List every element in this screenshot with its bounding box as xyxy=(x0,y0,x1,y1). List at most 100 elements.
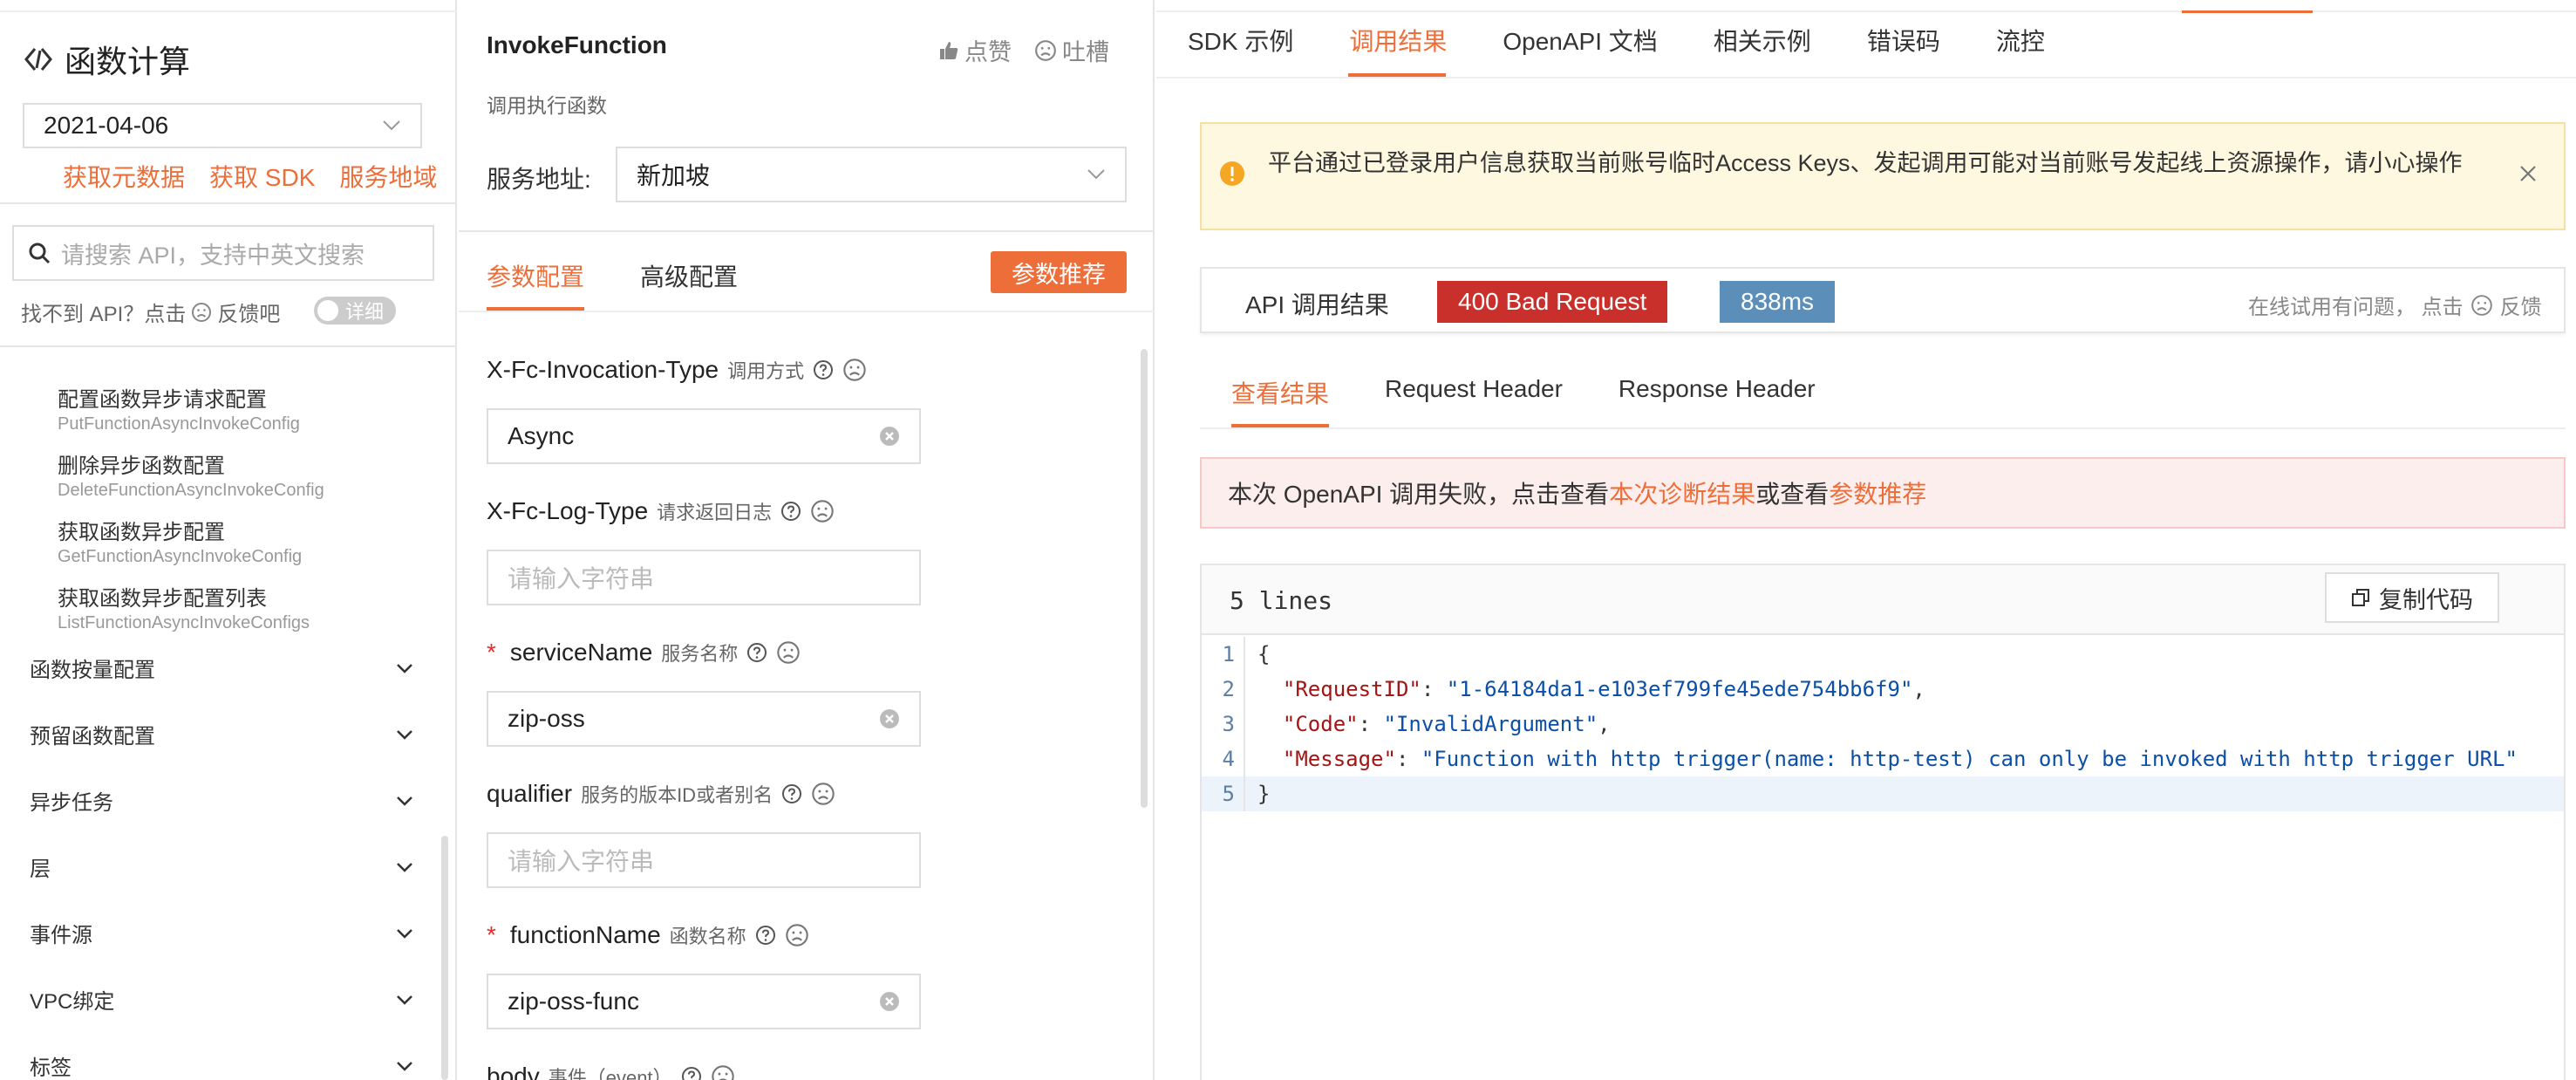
divider xyxy=(1200,427,2566,429)
version-date-select[interactable]: 2021-04-06 xyxy=(23,103,422,148)
api-group-provision[interactable]: 预留函数配置 xyxy=(30,719,413,749)
function-name-input[interactable]: zip-oss-func xyxy=(487,974,921,1029)
api-search-box[interactable]: 请搜索 API，支持中英文搜索 xyxy=(12,225,434,281)
top-accent-bar xyxy=(2182,10,2313,13)
api-list-item[interactable]: 配置函数异步请求配置 PutFunctionAsyncInvokeConfig xyxy=(58,382,300,434)
divider xyxy=(0,202,457,204)
tab-request-header[interactable]: Request Header xyxy=(1385,375,1563,410)
complain-button[interactable]: 吐槽 xyxy=(1034,33,1109,67)
like-button[interactable]: 点赞 xyxy=(938,33,1012,67)
sad-face-icon[interactable] xyxy=(711,1064,735,1080)
api-list-item[interactable]: 删除异步函数配置 DeleteFunctionAsyncInvokeConfig xyxy=(58,448,324,501)
tab-advanced-config[interactable]: 高级配置 xyxy=(640,258,738,293)
sad-face-icon[interactable] xyxy=(842,358,867,382)
error-prefix: 本次 OpenAPI 调用失败，点击查看 xyxy=(1228,481,1610,508)
api-group-event-source[interactable]: 事件源 xyxy=(30,918,413,948)
sad-face-icon[interactable] xyxy=(2470,294,2493,317)
api-group-vpc[interactable]: VPC绑定 xyxy=(30,984,413,1015)
sad-face-icon[interactable] xyxy=(811,782,835,806)
api-item-name: 获取函数异步配置 xyxy=(58,521,225,544)
field-zh: 服务名称 xyxy=(661,643,739,665)
field-name: X-Fc-Invocation-Type xyxy=(487,356,719,383)
line-number: 4 xyxy=(1222,747,1235,771)
gutter xyxy=(1244,776,1245,811)
tab-invoke-result[interactable]: 调用结果 xyxy=(1349,23,1447,58)
result-feedback-suffix[interactable]: 反馈 xyxy=(2500,290,2542,320)
field-zh: 请求返回日志 xyxy=(657,502,773,523)
help-icon[interactable] xyxy=(746,642,767,663)
service-address-select[interactable]: 新加坡 xyxy=(616,147,1127,202)
tab-view-result[interactable]: 查看结果 xyxy=(1231,375,1329,410)
line-number: 5 xyxy=(1222,782,1235,806)
help-icon[interactable] xyxy=(780,501,801,522)
service-address-value: 新加坡 xyxy=(637,162,711,189)
field-name: X-Fc-Log-Type xyxy=(487,497,649,524)
code-text: "RequestID": "1-64184da1-e103ef799fe45ed… xyxy=(1282,677,1925,701)
chevron-down-icon xyxy=(396,796,413,806)
chevron-down-icon xyxy=(396,995,413,1005)
service-name-value: zip-oss xyxy=(508,705,585,732)
json-key: "RequestID" xyxy=(1282,677,1421,701)
close-icon[interactable] xyxy=(2518,164,2538,183)
sad-face-icon[interactable] xyxy=(776,640,801,665)
help-icon[interactable] xyxy=(681,1066,702,1080)
thumbs-up-icon xyxy=(938,40,959,61)
log-type-input[interactable]: 请输入字符串 xyxy=(487,550,921,605)
chevron-down-icon xyxy=(396,729,413,740)
gutter xyxy=(1244,742,1245,776)
get-sdk-link[interactable]: 获取 SDK xyxy=(209,159,315,194)
sad-face-icon[interactable] xyxy=(191,302,212,323)
param-scrollbar[interactable] xyxy=(1141,349,1148,808)
line-number: 3 xyxy=(1222,712,1235,736)
detail-toggle[interactable]: 详细 xyxy=(314,297,396,325)
api-group-ondemand[interactable]: 函数按量配置 xyxy=(30,653,413,683)
json-value: "1-64184da1-e103ef799fe45ede754bb6f9" xyxy=(1446,677,1913,701)
tab-response-header[interactable]: Response Header xyxy=(1619,375,1816,410)
tab-param-config[interactable]: 参数配置 xyxy=(487,258,584,293)
sad-face-icon[interactable] xyxy=(785,923,809,947)
api-list-item[interactable]: 获取函数异步配置列表 ListFunctionAsyncInvokeConfig… xyxy=(58,581,310,633)
copy-code-button[interactable]: 复制代码 xyxy=(2325,572,2499,623)
service-name-input[interactable]: zip-oss xyxy=(487,691,921,747)
sidebar-scrollbar[interactable] xyxy=(441,836,448,1080)
version-date-value: 2021-04-06 xyxy=(44,112,169,139)
diagnosis-link[interactable]: 本次诊断结果 xyxy=(1609,475,1755,510)
service-region-link[interactable]: 服务地域 xyxy=(339,159,437,194)
api-item-name: 获取函数异步配置列表 xyxy=(58,587,267,611)
sad-face-icon[interactable] xyxy=(810,499,835,523)
field-label-log-type: X-Fc-Log-Type 请求返回日志 xyxy=(487,497,835,525)
invocation-type-value: Async xyxy=(508,422,575,449)
clear-icon[interactable] xyxy=(879,426,900,447)
chevron-down-icon xyxy=(396,1061,413,1071)
get-metadata-link[interactable]: 获取元数据 xyxy=(63,159,185,194)
invocation-type-input[interactable]: Async xyxy=(487,408,921,464)
log-type-placeholder: 请输入字符串 xyxy=(508,565,655,592)
parameter-panel: InvokeFunction 调用执行函数 点赞 吐槽 服务地址: 新加坡 参数… xyxy=(459,0,1155,1080)
api-group-layer[interactable]: 层 xyxy=(30,851,413,882)
result-feedback: 在线试用有问题， 点击 反馈 xyxy=(2248,290,2542,320)
clear-icon[interactable] xyxy=(879,708,900,729)
tab-related-examples[interactable]: 相关示例 xyxy=(1714,23,1811,58)
field-label-body: body 事件（event） xyxy=(487,1063,735,1080)
api-list-item[interactable]: 获取函数异步配置 GetFunctionAsyncInvokeConfig xyxy=(58,515,302,567)
param-recommend-button[interactable]: 参数推荐 xyxy=(991,251,1127,293)
api-group-tag[interactable]: 标签 xyxy=(30,1050,413,1080)
help-icon[interactable] xyxy=(755,925,776,946)
group-label: VPC绑定 xyxy=(30,990,115,1014)
code-body[interactable]: 1 { 2 "RequestID": "1-64184da1-e103ef799… xyxy=(1202,637,2564,811)
api-group-async-task[interactable]: 异步任务 xyxy=(30,785,413,816)
help-icon[interactable] xyxy=(813,359,834,380)
api-search-input[interactable]: 请搜索 API，支持中英文搜索 xyxy=(61,236,365,270)
qualifier-input[interactable]: 请输入字符串 xyxy=(487,832,921,888)
function-subtitle: 调用执行函数 xyxy=(487,94,607,117)
tab-error-codes[interactable]: 错误码 xyxy=(1867,23,1940,58)
tab-openapi-doc[interactable]: OpenAPI 文档 xyxy=(1503,23,1657,58)
service-address-label: 服务地址: xyxy=(487,166,591,193)
copy-code-label: 复制代码 xyxy=(2379,586,2473,613)
param-recommend-link[interactable]: 参数推荐 xyxy=(1829,475,1926,510)
tab-flow-control[interactable]: 流控 xyxy=(1996,23,2045,58)
help-icon[interactable] xyxy=(781,783,802,804)
clear-icon[interactable] xyxy=(879,991,900,1012)
tab-sdk-example[interactable]: SDK 示例 xyxy=(1188,23,1293,58)
function-title: InvokeFunction xyxy=(487,31,667,58)
